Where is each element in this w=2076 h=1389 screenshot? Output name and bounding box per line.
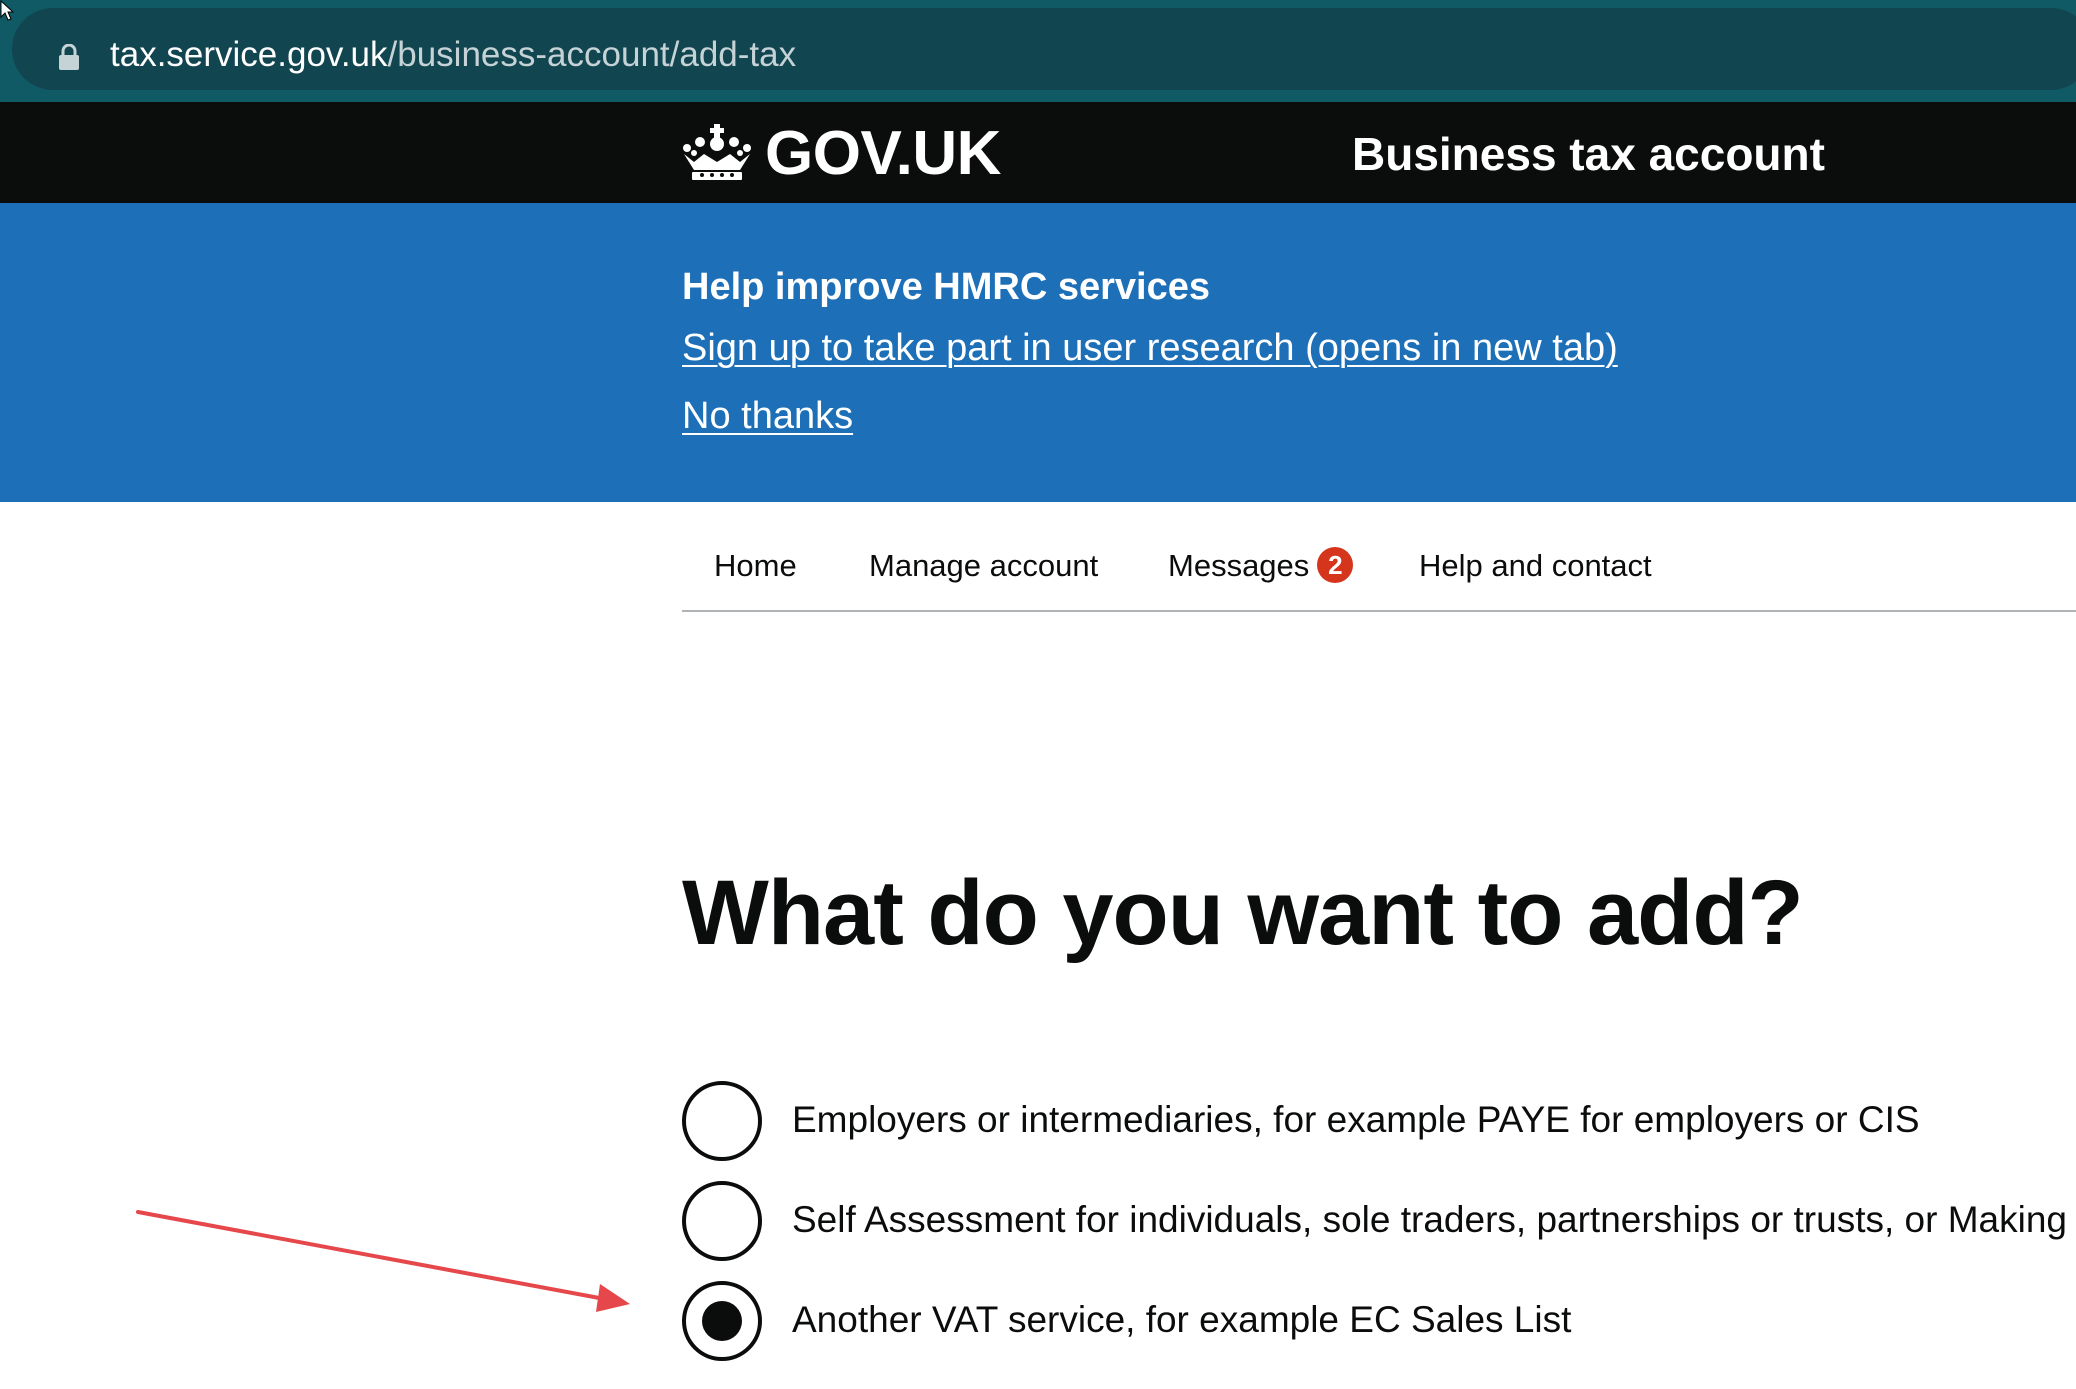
url-path: /business-account/add-tax — [387, 35, 797, 74]
radio-option-employers[interactable]: Employers or intermediaries, for example… — [682, 1081, 2076, 1161]
crown-icon[interactable] — [680, 124, 754, 182]
nav-help-and-contact[interactable]: Help and contact — [1419, 544, 1652, 588]
radio-button[interactable] — [682, 1181, 762, 1261]
nav-home[interactable]: Home — [714, 544, 797, 588]
nav-messages-label: Messages — [1168, 548, 1310, 583]
govuk-logotype[interactable]: GOV.UK — [765, 118, 1001, 190]
mouse-cursor-icon — [0, 0, 14, 21]
user-research-signup-link[interactable]: Sign up to take part in user research (o… — [682, 322, 1618, 374]
radio-label-container: Employers or intermediaries, for example… — [792, 1095, 2076, 1151]
radio-option-another-vat-service[interactable]: Another VAT service, for example EC Sale… — [682, 1281, 2076, 1361]
radio-label-container: Self Assessment for individuals, sole tr… — [792, 1195, 2076, 1251]
radio-label[interactable]: Self Assessment for individuals, sole tr… — [792, 1195, 2076, 1245]
url-host: tax.service.gov.uk — [110, 35, 388, 74]
browser-toolbar: tax.service.gov.uk/business-account/add-… — [0, 0, 2076, 102]
messages-count-badge: 2 — [1317, 547, 1354, 583]
radio-label[interactable]: Employers or intermediaries, for example… — [792, 1095, 1920, 1145]
service-name[interactable]: Business tax account — [1352, 124, 1825, 184]
radio-label-container: Another VAT service, for example EC Sale… — [792, 1295, 2076, 1351]
radio-button-selected[interactable] — [682, 1281, 762, 1361]
radio-button[interactable] — [682, 1081, 762, 1161]
address-bar[interactable]: tax.service.gov.uk/business-account/add-… — [12, 8, 2076, 90]
page-title: What do you want to add? — [682, 862, 1804, 964]
lock-icon[interactable] — [58, 44, 80, 70]
no-thanks-link[interactable]: No thanks — [682, 390, 853, 442]
govuk-header: GOV.UK Business tax account — [0, 102, 2076, 203]
nav-messages[interactable]: Messages 2 — [1168, 544, 1354, 588]
radio-label[interactable]: Another VAT service, for example EC Sale… — [792, 1295, 1571, 1345]
nav-manage-account[interactable]: Manage account — [869, 544, 1098, 588]
research-banner: Help improve HMRC services Sign up to ta… — [0, 203, 2076, 502]
annotation-arrow-icon — [136, 1210, 630, 1312]
url-text[interactable]: tax.service.gov.uk/business-account/add-… — [110, 30, 796, 80]
service-navigation: Home Manage account Messages 2 Help and c… — [682, 502, 2076, 612]
radio-selected-dot — [702, 1301, 742, 1341]
radio-option-self-assessment[interactable]: Self Assessment for individuals, sole tr… — [682, 1181, 2076, 1261]
banner-title: Help improve HMRC services — [682, 266, 1210, 308]
